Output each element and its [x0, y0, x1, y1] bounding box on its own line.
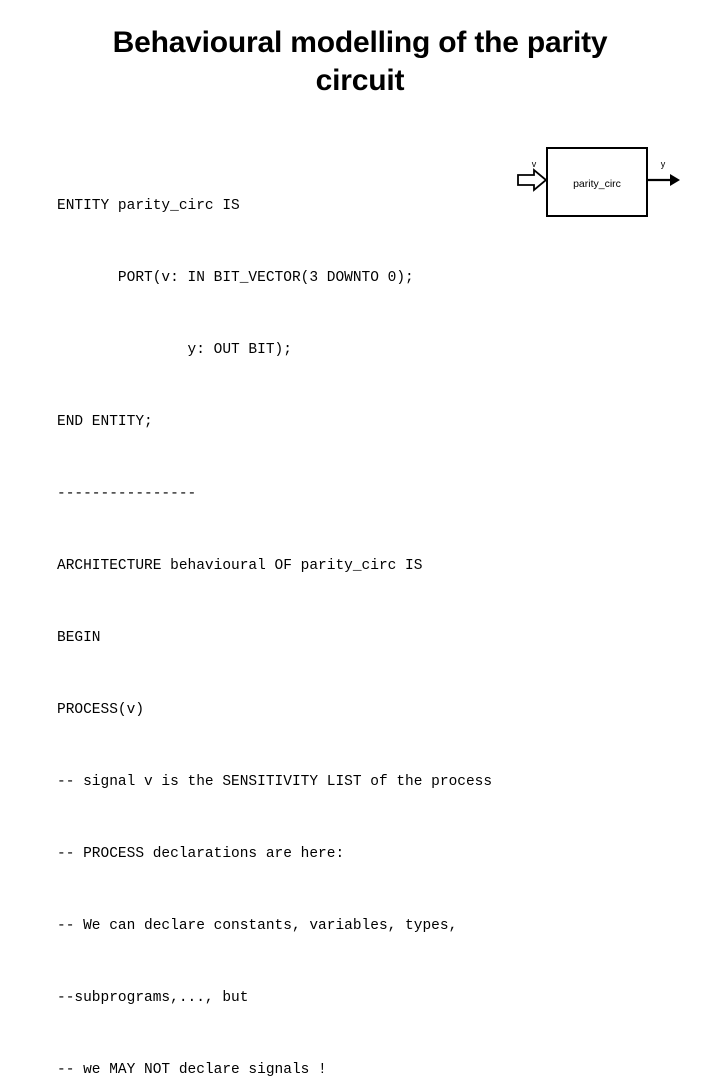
code-line: PROCESS(v): [57, 702, 145, 718]
page-title-line-1: Behavioural modelling of the parity: [112, 26, 608, 59]
code-comment-line: -- signal v is the SENSITIVITY LIST of t…: [57, 774, 493, 790]
vhdl-code-block: ENTITY parity_circ IS PORT(v: IN BIT_VEC…: [57, 146, 657, 1080]
code-comment-line: -- we MAY NOT declare signals !: [57, 1062, 327, 1078]
page-title-line-2: circuit: [315, 64, 405, 97]
input-signal-label: v: [532, 159, 537, 169]
parity-circ-block-label: parity_circ: [573, 178, 621, 190]
output-signal-label: y: [661, 159, 666, 169]
page-title: Behavioural modelling of the parity circ…: [34, 24, 686, 100]
code-line: ARCHITECTURE behavioural OF parity_circ …: [57, 558, 423, 574]
code-line: BEGIN: [57, 630, 101, 646]
block-diagram-svg: parity_circ v y: [517, 147, 680, 217]
code-line: y: OUT BIT);: [57, 342, 292, 358]
output-arrowhead-icon: [670, 174, 680, 186]
code-comment-line: -- We can declare constants, variables, …: [57, 918, 458, 934]
code-line: PORT(v: IN BIT_VECTOR(3 DOWNTO 0);: [57, 270, 414, 286]
parity-circuit-block-diagram: parity_circ v y: [512, 140, 692, 230]
code-comment-line: -- PROCESS declarations are here:: [57, 846, 345, 862]
input-block-arrow-icon: [517, 168, 548, 192]
code-comment-line: --subprograms,..., but: [57, 990, 249, 1006]
code-line: END ENTITY;: [57, 414, 153, 430]
code-separator-line: ----------------: [57, 486, 197, 502]
